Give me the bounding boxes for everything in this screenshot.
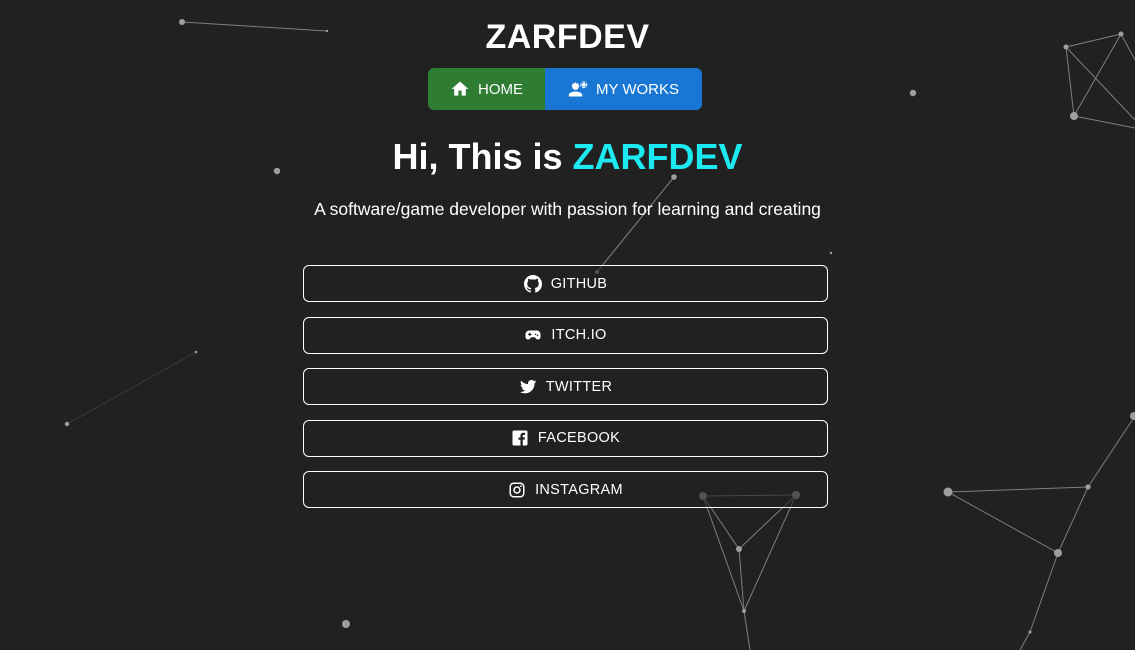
home-label: HOME: [478, 80, 523, 98]
my-works-button[interactable]: MY WORKS: [545, 68, 702, 110]
twitter-link-button[interactable]: TWITTER: [303, 368, 828, 405]
hero-tagline: A software/game developer with passion f…: [314, 199, 821, 219]
page: ZARFDEV HOME MY WORKS Hi, This is ZARFDE…: [0, 0, 1135, 650]
facebook-label: FACEBOOK: [537, 430, 621, 446]
social-links: GITHUB ITCH.IO TWITTER FACEBOOK INSTAGRA…: [303, 265, 828, 523]
hero-name: ZARFDEV: [572, 136, 743, 177]
facebook-link-button[interactable]: FACEBOOK: [303, 419, 828, 457]
home-icon: [451, 81, 469, 96]
hero-heading: Hi, This is ZARFDEV: [0, 136, 1135, 178]
github-icon: [523, 274, 542, 293]
top-nav: HOME MY WORKS: [428, 68, 702, 110]
main-content: ZARFDEV HOME MY WORKS Hi, This is ZARFDE…: [0, 0, 1135, 650]
site-title: ZARFDEV: [485, 18, 650, 56]
engineer-icon: [568, 81, 588, 97]
instagram-link-button[interactable]: INSTAGRAM: [303, 471, 828, 508]
github-label: GITHUB: [550, 275, 608, 292]
hero-greeting: Hi, This is: [392, 136, 573, 177]
home-button[interactable]: HOME: [428, 68, 545, 110]
my-works-label: MY WORKS: [595, 80, 680, 98]
itchio-label: ITCH.IO: [551, 327, 607, 343]
instagram-icon: [509, 482, 525, 497]
github-link-button[interactable]: GITHUB: [303, 265, 828, 302]
instagram-label: INSTAGRAM: [535, 481, 623, 498]
gamepad-icon: [525, 330, 541, 340]
itchio-link-button[interactable]: ITCH.IO: [303, 316, 828, 354]
twitter-icon: [519, 379, 537, 393]
facebook-icon: [512, 430, 528, 446]
twitter-label: TWITTER: [545, 378, 613, 395]
